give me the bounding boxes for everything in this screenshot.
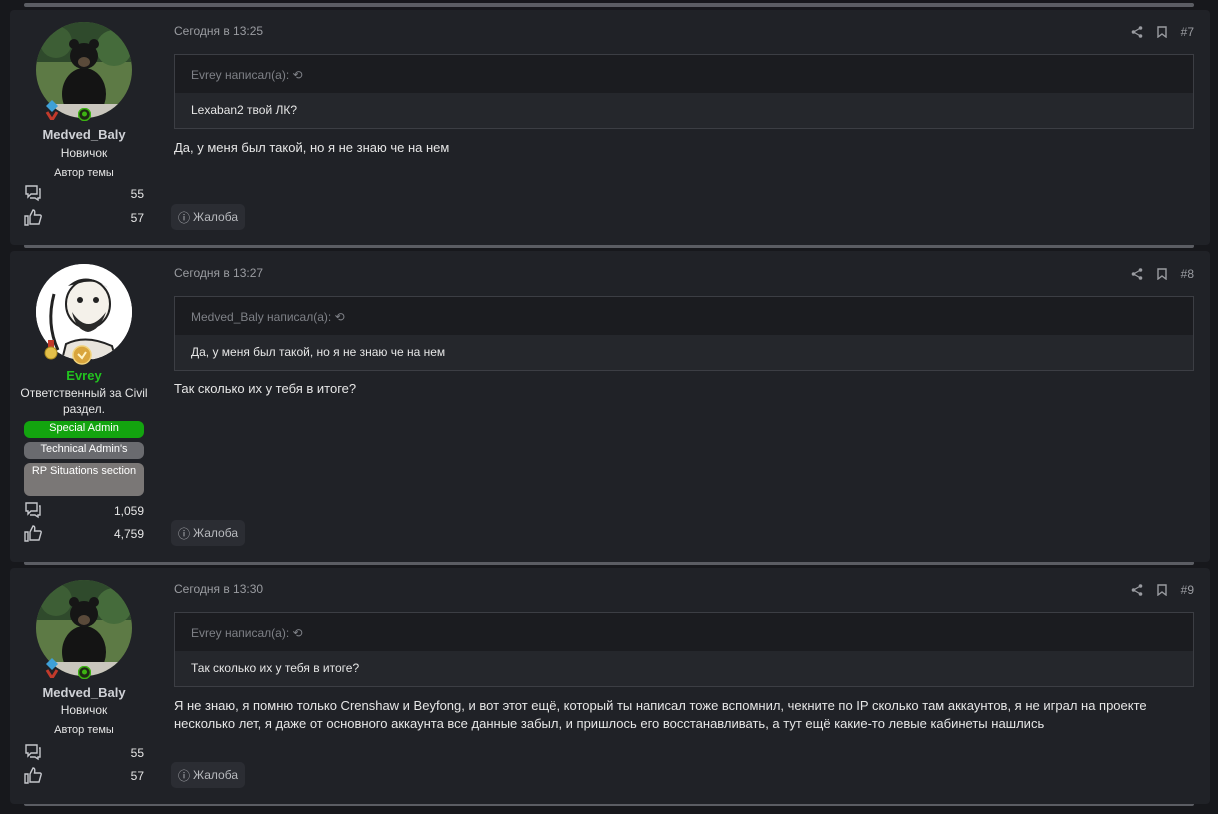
- bookmark-icon[interactable]: [1156, 268, 1167, 280]
- thread-author-banner: Автор темы: [54, 724, 114, 736]
- quote-jump-icon[interactable]: ⟲: [293, 626, 303, 640]
- online-status-icon: [78, 666, 91, 679]
- share-icon[interactable]: [1131, 26, 1143, 38]
- post-8: Evrey Ответственный за Civil раздел. Spe…: [10, 251, 1210, 562]
- messages-stat: 55: [24, 184, 144, 204]
- messages-icon: [25, 744, 41, 761]
- share-icon[interactable]: [1131, 584, 1143, 596]
- reactions-stat: 4,759: [24, 524, 144, 544]
- quote-text: Так сколько их у тебя в итоге?: [175, 651, 1193, 686]
- thread-author-banner: Автор темы: [54, 167, 114, 179]
- info-icon: ⓘ: [178, 526, 191, 541]
- level-badge-icon: [72, 345, 92, 365]
- quote-jump-icon[interactable]: ⟲: [293, 68, 303, 82]
- thumbs-up-icon: [24, 209, 42, 226]
- report-button[interactable]: ⓘ Жалоба: [171, 762, 245, 788]
- rank-diamond-icon: [45, 658, 59, 678]
- post-separator: [24, 3, 1194, 7]
- thumbs-up-icon: [24, 525, 42, 542]
- username[interactable]: Medved_Baly: [10, 685, 158, 700]
- banner-special-admin: Special Admin: [24, 421, 144, 438]
- quote-header[interactable]: Evrey написал(а): ⟲: [175, 55, 1193, 93]
- rank-diamond-icon: [45, 100, 59, 120]
- medal-icon: [44, 340, 58, 360]
- quote-text: Да, у меня был такой, но я не знаю че на…: [175, 335, 1193, 370]
- quote-block: Medved_Baly написал(а): ⟲ Да, у меня был…: [174, 296, 1194, 371]
- message-body: Так сколько их у тебя в итоге?: [174, 381, 357, 396]
- post-date[interactable]: Сегодня в 13:27: [174, 266, 263, 280]
- post-number[interactable]: #9: [1181, 583, 1194, 597]
- messages-stat: 55: [24, 743, 144, 763]
- quote-header[interactable]: Evrey написал(а): ⟲: [175, 613, 1193, 651]
- banner-rp-situations: RP Situations section: [24, 463, 144, 496]
- banner-technical-admin: Technical Admin's: [24, 442, 144, 459]
- quote-text: Lexaban2 твой ЛК?: [175, 93, 1193, 128]
- thumbs-up-icon: [24, 767, 42, 784]
- user-title: Ответственный за Civil раздел.: [20, 386, 148, 416]
- post-9: Medved_Baly Новичок Автор темы 55 57 Сег…: [10, 568, 1210, 804]
- username[interactable]: Medved_Baly: [10, 127, 158, 142]
- messages-icon: [25, 502, 41, 519]
- messages-stat: 1,059: [24, 501, 144, 521]
- quote-jump-icon[interactable]: ⟲: [335, 310, 345, 324]
- online-status-icon: [78, 108, 91, 121]
- reactions-stat: 57: [24, 766, 144, 786]
- info-icon: ⓘ: [178, 210, 191, 225]
- user-title: Новичок: [60, 703, 108, 717]
- report-button[interactable]: ⓘ Жалоба: [171, 520, 245, 546]
- info-icon: ⓘ: [178, 768, 191, 783]
- messages-icon: [25, 185, 41, 202]
- message-body: Я не знаю, я помню только Crenshaw и Bey…: [174, 698, 1147, 731]
- post-number[interactable]: #7: [1181, 25, 1194, 39]
- username[interactable]: Evrey: [10, 368, 158, 383]
- quote-block: Evrey написал(а): ⟲ Lexaban2 твой ЛК?: [174, 54, 1194, 129]
- reactions-stat: 57: [24, 208, 144, 228]
- post-date[interactable]: Сегодня в 13:25: [174, 24, 263, 38]
- bookmark-icon[interactable]: [1156, 26, 1167, 38]
- post-number[interactable]: #8: [1181, 267, 1194, 281]
- post-7: Medved_Baly Новичок Автор темы 55 57 Сег…: [10, 10, 1210, 245]
- post-date[interactable]: Сегодня в 13:30: [174, 582, 263, 596]
- user-title: Новичок: [60, 146, 108, 160]
- share-icon[interactable]: [1131, 268, 1143, 280]
- quote-block: Evrey написал(а): ⟲ Так сколько их у теб…: [174, 612, 1194, 687]
- quote-header[interactable]: Medved_Baly написал(а): ⟲: [175, 297, 1193, 335]
- bookmark-icon[interactable]: [1156, 584, 1167, 596]
- report-button[interactable]: ⓘ Жалоба: [171, 204, 245, 230]
- message-body: Да, у меня был такой, но я не знаю че на…: [174, 140, 450, 155]
